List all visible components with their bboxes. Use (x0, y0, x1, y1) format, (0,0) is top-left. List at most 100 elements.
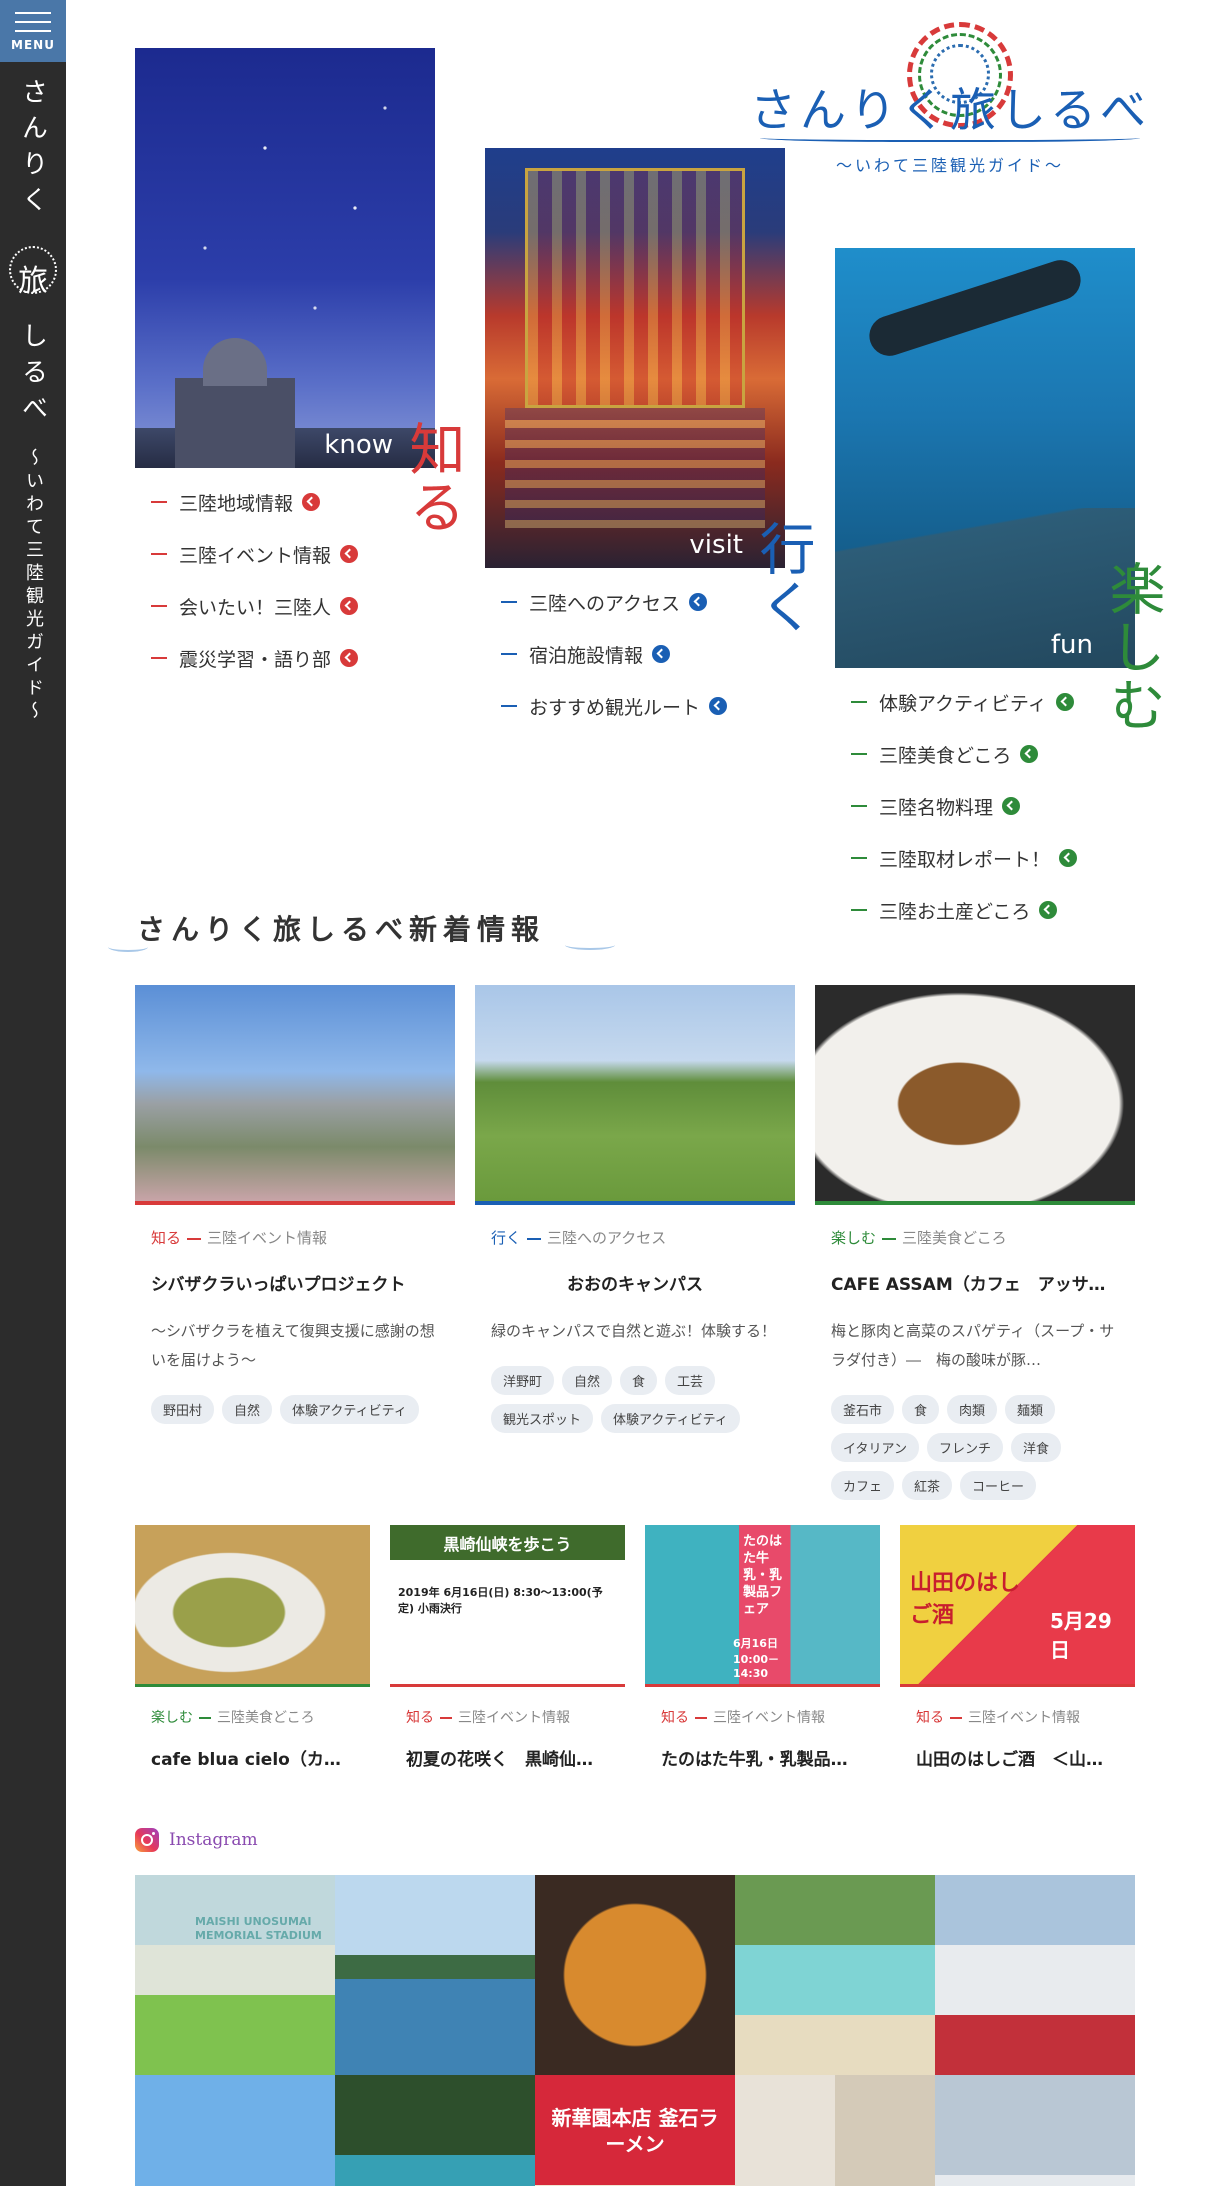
side-logo-icon[interactable]: 旅 (9, 246, 57, 310)
tag[interactable]: 野田村 (151, 1395, 215, 1424)
news-card[interactable]: 楽しむ 三陸美食どころ CAFE ASSAM（カフェ アッサム） 梅と豚肉と高菜の… (815, 985, 1135, 1509)
instagram-photo[interactable] (135, 2075, 335, 2186)
news-card-image (135, 1525, 370, 1687)
instagram-photo[interactable] (935, 2075, 1135, 2186)
category-link[interactable]: おすすめ観光ルート (485, 680, 728, 732)
category-link[interactable]: 三陸お土産どころ (835, 884, 1077, 936)
link-label: 会いたい！三陸人 (179, 596, 332, 619)
category-link[interactable]: 体験アクティビティ (835, 676, 1077, 728)
festival-float (505, 408, 765, 528)
arrow-left-icon (1059, 849, 1078, 867)
category-link[interactable]: 三陸イベント情報 (135, 528, 359, 580)
category-link[interactable]: 三陸取材レポート！ (835, 832, 1078, 884)
hamburger-icon (15, 21, 51, 23)
category-secondary: 三陸イベント情報 (968, 1710, 1080, 1726)
tag[interactable]: 食 (620, 1366, 658, 1395)
instagram-photo[interactable] (335, 2075, 535, 2186)
tag[interactable]: 食 (902, 1395, 940, 1424)
tag[interactable]: 体験アクティビティ (601, 1404, 740, 1433)
instagram-photo[interactable] (935, 1875, 1135, 2075)
dash-icon (851, 909, 867, 911)
category-photo-know[interactable]: know (135, 48, 435, 468)
category-link[interactable]: 会いたい！三陸人 (135, 580, 359, 632)
tag[interactable]: 体験アクティビティ (280, 1395, 419, 1424)
instagram-photo[interactable]: 新華園本店 釜石ラーメン (535, 2075, 735, 2186)
instagram-photo[interactable] (335, 1875, 535, 2075)
dash-icon (501, 705, 517, 707)
side-logo-char: 旅 (18, 264, 48, 299)
link-label: おすすめ観光ルート (529, 696, 701, 719)
instagram-icon (135, 1828, 159, 1852)
tag[interactable]: 自然 (222, 1395, 273, 1424)
arrow-left-icon (340, 649, 359, 667)
arrow-left-icon (689, 593, 708, 611)
instagram-photo[interactable] (735, 2075, 935, 2186)
news-card-small[interactable]: 山田のはしご酒 5月29日 知る 三陸イベント情報 山田のはしご酒 ＜山田町＞ (900, 1525, 1135, 1770)
tag[interactable]: コーヒー (960, 1471, 1037, 1500)
news-card-title: cafe blua cielo（カフェ ブルア チェーロ） (151, 1750, 354, 1770)
tag[interactable]: フレンチ (926, 1433, 1003, 1462)
poster-heading: たのはた牛乳・乳製品フェア (743, 1534, 783, 1617)
category-link[interactable]: 宿泊施設情報 (485, 628, 727, 680)
tag[interactable]: 自然 (562, 1366, 613, 1395)
news-card-small[interactable]: 楽しむ 三陸美食どころ cafe blua cielo（カフェ ブルア チェーロ） (135, 1525, 370, 1770)
tag[interactable]: 肉類 (947, 1395, 998, 1424)
category-link[interactable]: 震災学習・語り部 (135, 632, 359, 684)
dash-icon (501, 653, 517, 655)
dash-icon (851, 701, 867, 703)
tag[interactable]: 麺類 (1005, 1395, 1056, 1424)
poster-date: 6月16日 10:00－14:30 (733, 1637, 780, 1680)
photo-caption: MAISHI UNOSUMAI MEMORIAL STADIUM (195, 1915, 322, 1942)
hamburger-icon (15, 30, 51, 32)
tag[interactable]: 工芸 (665, 1366, 716, 1395)
category-secondary: 三陸へのアクセス (547, 1229, 667, 1247)
instagram-photo[interactable]: MAISHI UNOSUMAI MEMORIAL STADIUM (135, 1875, 335, 2075)
logo-subtitle: 〜いわて三陸観光ガイド〜 (835, 156, 1064, 175)
dash-icon (199, 1717, 211, 1719)
poster-date: 5月29日 (1050, 1609, 1112, 1662)
category-primary: 知る (151, 1229, 182, 1247)
tag[interactable]: 洋食 (1010, 1433, 1061, 1462)
site-logo[interactable]: さんりく旅しるべ 〜いわて三陸観光ガイド〜 (750, 20, 1150, 180)
instagram-header[interactable]: Instagram (135, 1828, 258, 1852)
category-link[interactable]: 三陸地域情報 (135, 476, 358, 528)
category-primary: 楽しむ (151, 1710, 193, 1726)
category-link[interactable]: 三陸へのアクセス (485, 576, 727, 628)
news-card-image: たのはた牛乳・乳製品フェア 6月16日 10:00－14:30 (645, 1525, 880, 1687)
instagram-photo[interactable] (535, 1875, 735, 2075)
tag[interactable]: イタリアン (831, 1433, 919, 1462)
category-link[interactable]: 三陸美食どころ (835, 728, 1077, 780)
menu-button[interactable]: MENU (0, 0, 66, 62)
category-en-label: fun (1050, 630, 1093, 660)
tag[interactable]: 紅茶 (902, 1471, 953, 1500)
category-photo-visit[interactable]: visit (485, 148, 785, 568)
news-card-small[interactable]: 黒崎仙峡を歩こう 2019年 6月16日(日) 8:30～13:00(予定) 小… (390, 1525, 625, 1770)
link-label: 三陸地域情報 (179, 492, 294, 515)
diver-figure (864, 254, 1086, 362)
tag[interactable]: 釜石市 (831, 1395, 895, 1424)
dash-icon (851, 753, 867, 755)
tag[interactable]: 観光スポット (491, 1404, 594, 1433)
dash-icon (695, 1717, 707, 1719)
news-card-small[interactable]: たのはた牛乳・乳製品フェア 6月16日 10:00－14:30 知る 三陸イベント… (645, 1525, 880, 1770)
category-photo-fun[interactable]: fun (835, 248, 1135, 668)
news-card[interactable]: 行く 三陸へのアクセス おおのキャンパス 緑のキャンパスで自然と遊ぶ！体験する！ … (475, 985, 795, 1442)
news-section-title: さんりく旅しるべ新着情報 (137, 913, 546, 946)
observatory-dome (203, 338, 267, 386)
poster-heading: 黒崎仙峡を歩こう (443, 1535, 572, 1554)
dash-icon (882, 1238, 897, 1240)
tag[interactable]: カフェ (831, 1471, 895, 1500)
category-link[interactable]: 三陸名物料理 (835, 780, 1077, 832)
side-site-title-rest[interactable]: しるべ (15, 322, 52, 430)
arrow-left-icon (1055, 693, 1074, 711)
dash-icon (527, 1238, 542, 1240)
tag[interactable]: 洋野町 (491, 1366, 555, 1395)
side-site-title[interactable]: さんりく (15, 78, 52, 222)
news-card-title: たのはた牛乳・乳製品フェア (661, 1750, 864, 1770)
news-card[interactable]: 知る 三陸イベント情報 シバザクラいっぱいプロジェクト 〜シバザクラを植えて復興支… (135, 985, 455, 1433)
category-primary: 知る (661, 1710, 689, 1726)
news-card-image (475, 985, 795, 1205)
instagram-label: Instagram (169, 1830, 258, 1850)
category-primary: 行く (491, 1229, 522, 1247)
instagram-photo[interactable] (735, 1875, 935, 2075)
